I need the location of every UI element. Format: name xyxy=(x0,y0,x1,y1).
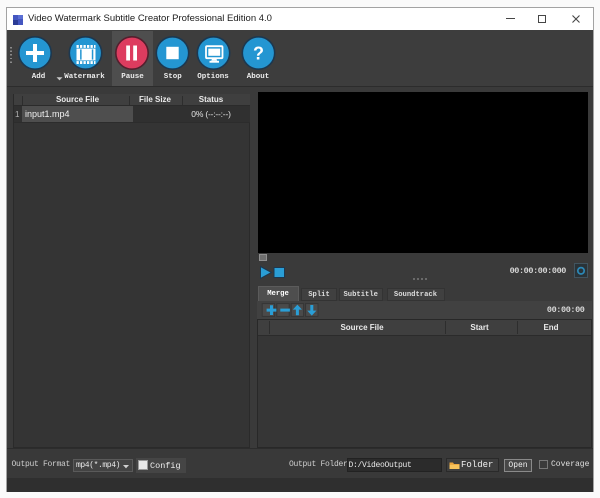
svg-text:?: ? xyxy=(253,44,264,64)
